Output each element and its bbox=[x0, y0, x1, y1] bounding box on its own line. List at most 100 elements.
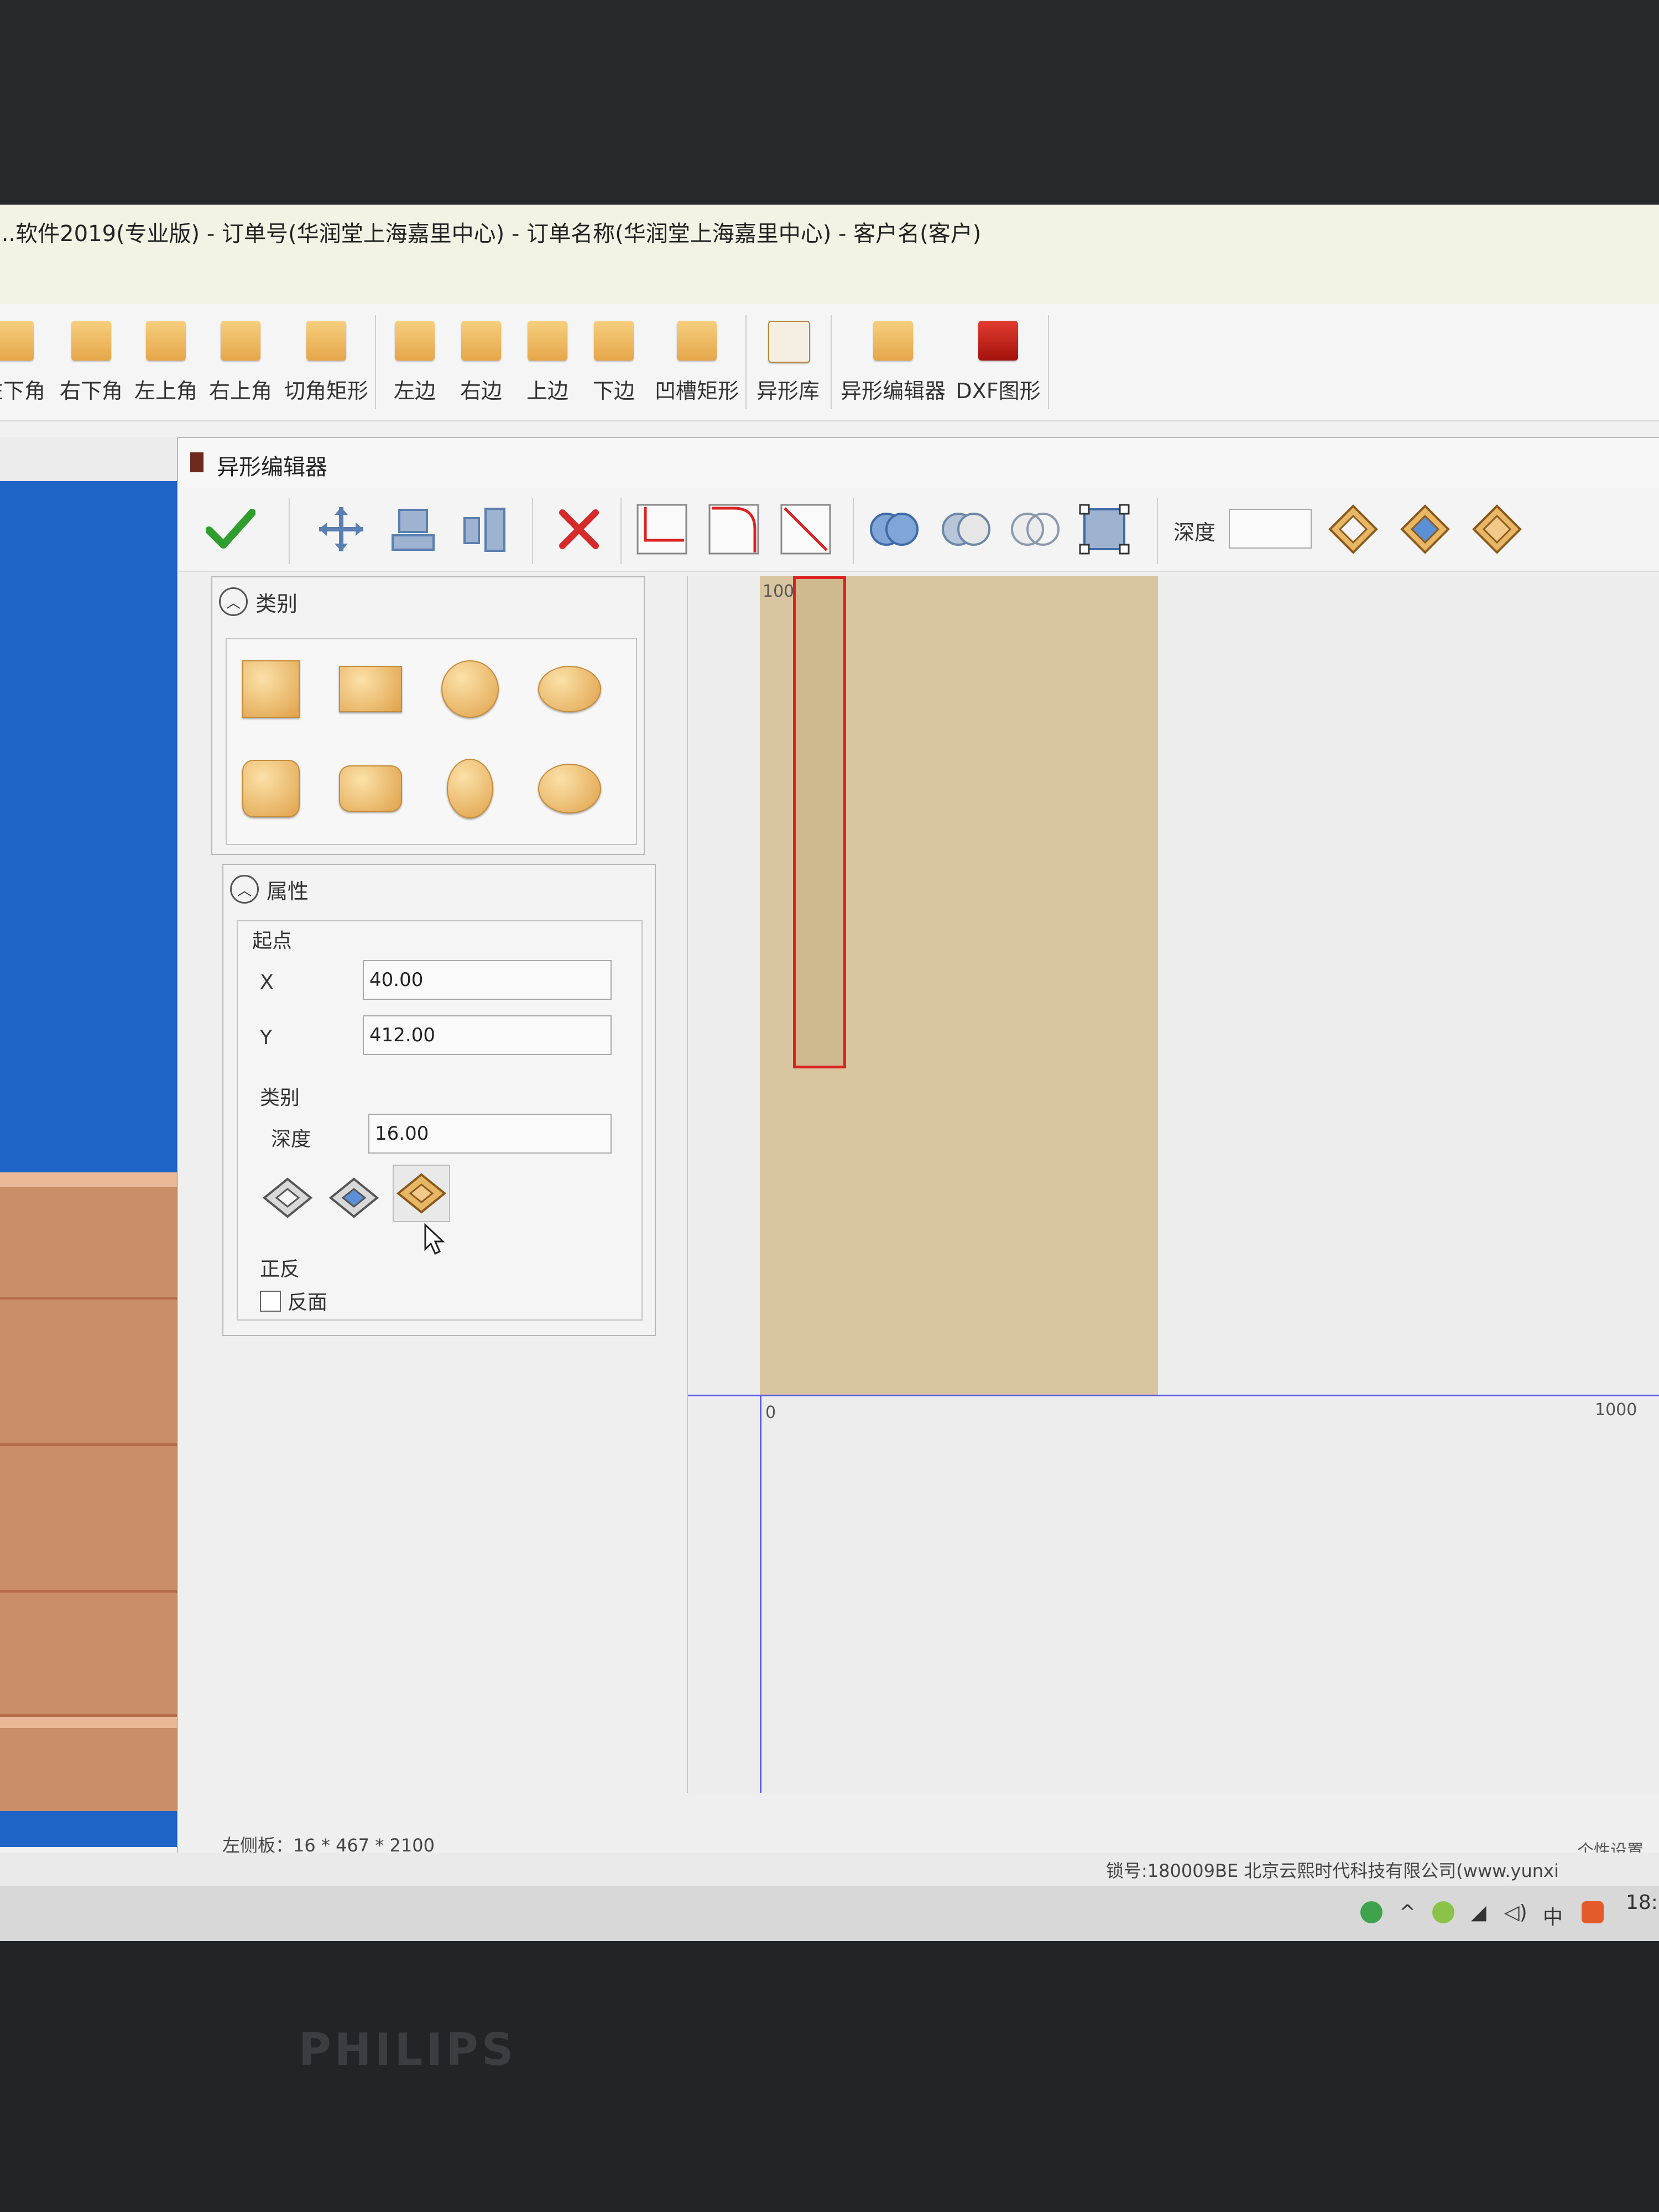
properties-title: 属性 bbox=[267, 879, 309, 904]
shape-rounded-square[interactable] bbox=[238, 755, 304, 822]
align-button[interactable] bbox=[383, 499, 444, 560]
wifi-icon[interactable]: ◢ bbox=[1471, 1901, 1486, 1924]
properties-group: ︿ 属性 起点 X Y 类别 深度 bbox=[222, 864, 656, 1336]
cut-type-groove-option[interactable] bbox=[326, 1170, 382, 1225]
toolbar-separator bbox=[289, 498, 290, 564]
depth-input[interactable] bbox=[368, 1114, 612, 1154]
x-axis-origin-label: 0 bbox=[765, 1403, 776, 1422]
checkmark-icon bbox=[206, 509, 255, 549]
x-axis bbox=[688, 1395, 1659, 1396]
monitor-brand-logo: PHILIPS bbox=[299, 2024, 517, 2075]
shape-grid bbox=[226, 638, 637, 845]
ribbon-top-left-corner-button[interactable]: 左上角 bbox=[130, 304, 202, 415]
shape-horizontal-ellipse[interactable] bbox=[536, 755, 603, 822]
collapse-icon[interactable]: ︿ bbox=[230, 875, 259, 904]
ribbon-bottom-left-corner-button[interactable]: 左下角 bbox=[0, 304, 50, 415]
union-button[interactable] bbox=[864, 499, 925, 560]
pocket-cut-button[interactable] bbox=[1467, 499, 1527, 560]
shape-rectangle[interactable] bbox=[337, 656, 404, 722]
orientation-label: 正反 bbox=[260, 1258, 300, 1281]
properties-group-header[interactable]: ︿ 属性 bbox=[230, 873, 309, 906]
frame-solid-icon bbox=[396, 1173, 447, 1214]
rectangle-shape-icon bbox=[339, 666, 402, 712]
chevron-up-icon[interactable]: ^ bbox=[1399, 1901, 1416, 1924]
ribbon-shape-library-button[interactable]: 异形库 bbox=[752, 304, 824, 415]
y-axis bbox=[760, 1395, 761, 1793]
bounding-box-button[interactable] bbox=[1074, 499, 1135, 560]
ribbon-shape-editor-button[interactable]: 异形编辑器 bbox=[841, 304, 946, 415]
subtract-button[interactable] bbox=[936, 499, 997, 560]
ribbon-bottom-edge-button[interactable]: 下边 bbox=[581, 304, 647, 415]
title-bar: ...软件2019(专业版) - 订单号(华润堂上海嘉里中心) - 订单名称(华… bbox=[0, 205, 1659, 304]
network-status-icon[interactable] bbox=[1360, 1901, 1383, 1923]
x-input[interactable] bbox=[363, 960, 612, 1000]
category-group: ︿ 类别 bbox=[211, 576, 645, 855]
horizontal-ellipse-shape-icon bbox=[538, 764, 601, 813]
y-input[interactable] bbox=[363, 1015, 612, 1055]
distribute-button[interactable] bbox=[455, 499, 515, 560]
cut-type-through-option[interactable] bbox=[260, 1170, 315, 1225]
move-button[interactable] bbox=[311, 499, 372, 560]
intersect-button[interactable] bbox=[1005, 499, 1066, 560]
ellipse-shape-icon bbox=[538, 666, 601, 712]
shape-ellipse[interactable] bbox=[536, 656, 603, 722]
collapse-icon[interactable]: ︿ bbox=[219, 587, 248, 616]
app-icon bbox=[190, 452, 204, 472]
edge-shape-icon bbox=[461, 321, 501, 361]
corner-shape-icon bbox=[71, 321, 111, 361]
volume-icon[interactable]: ◁) bbox=[1504, 1901, 1527, 1924]
x-axis-max-label: 1000 bbox=[1595, 1400, 1637, 1420]
toolbar-separator bbox=[620, 498, 622, 564]
reverse-checkbox[interactable] bbox=[260, 1291, 281, 1312]
app-tray-icon[interactable] bbox=[1432, 1901, 1454, 1923]
toolbar-separator bbox=[853, 498, 854, 564]
cut-type-pocket-option[interactable] bbox=[393, 1165, 450, 1222]
right-angle-button[interactable] bbox=[632, 499, 692, 560]
monitor-bezel-top bbox=[0, 0, 1659, 205]
toolbar-depth-input[interactable] bbox=[1229, 509, 1312, 549]
frame-blue-icon bbox=[1400, 504, 1450, 554]
viewport-tab-strip bbox=[0, 437, 177, 481]
shape-rounded-rectangle[interactable] bbox=[337, 755, 404, 822]
drawing-canvas[interactable]: 100 0 1000 bbox=[687, 576, 1659, 1793]
intersect-icon bbox=[1011, 513, 1060, 546]
ribbon-bottom-right-corner-button[interactable]: 右下角 bbox=[55, 304, 127, 415]
toolbar-depth-label: 深度 bbox=[1173, 520, 1216, 545]
category-group-header[interactable]: ︿ 类别 bbox=[219, 585, 298, 618]
clock[interactable]: 18: bbox=[1626, 1891, 1658, 1914]
start-point-label: 起点 bbox=[252, 930, 293, 952]
toolbar-separator bbox=[532, 498, 533, 564]
ribbon-top-right-corner-button[interactable]: 右上角 bbox=[205, 304, 276, 415]
frame-solid-icon bbox=[1472, 504, 1522, 554]
ribbon-chamfer-rectangle-button[interactable]: 切角矩形 bbox=[282, 304, 371, 415]
distribute-icon bbox=[463, 508, 505, 552]
sogou-ime-icon[interactable] bbox=[1582, 1901, 1604, 1923]
rounded-rectangle-shape-icon bbox=[339, 765, 402, 812]
shape-vertical-ellipse[interactable] bbox=[437, 755, 503, 822]
edge-shape-icon bbox=[395, 321, 435, 361]
dialog-toolbar: 深度 bbox=[178, 488, 1659, 572]
shape-circle[interactable] bbox=[437, 656, 503, 722]
confirm-button[interactable] bbox=[200, 499, 261, 560]
shape-square[interactable] bbox=[238, 656, 304, 722]
ime-indicator[interactable]: 中 bbox=[1543, 1901, 1563, 1930]
circle-shape-icon bbox=[441, 660, 499, 718]
ribbon-dxf-button[interactable]: DXF图形 bbox=[951, 304, 1045, 415]
groove-cut-button[interactable] bbox=[1395, 499, 1455, 560]
arc-corner-button[interactable] bbox=[703, 499, 764, 560]
cross-shape-icon bbox=[306, 321, 346, 361]
reverse-label: 反面 bbox=[288, 1291, 328, 1314]
ribbon-groove-rectangle-button[interactable]: 凹槽矩形 bbox=[653, 304, 741, 415]
arc-corner-icon bbox=[708, 504, 759, 555]
delete-button[interactable] bbox=[549, 499, 609, 560]
through-cut-button[interactable] bbox=[1323, 499, 1384, 560]
chamfer-corner-button[interactable] bbox=[775, 499, 836, 560]
toolbar-separator bbox=[1157, 498, 1158, 564]
y-axis-top-label: 100 bbox=[763, 582, 795, 601]
selected-cutout-shape[interactable] bbox=[793, 576, 846, 1068]
edge-shape-icon bbox=[594, 321, 634, 361]
groove-shape-icon bbox=[677, 321, 717, 361]
frame-blue-icon bbox=[328, 1177, 379, 1218]
ribbon-separator bbox=[1048, 315, 1049, 409]
dxf-icon bbox=[978, 321, 1018, 361]
